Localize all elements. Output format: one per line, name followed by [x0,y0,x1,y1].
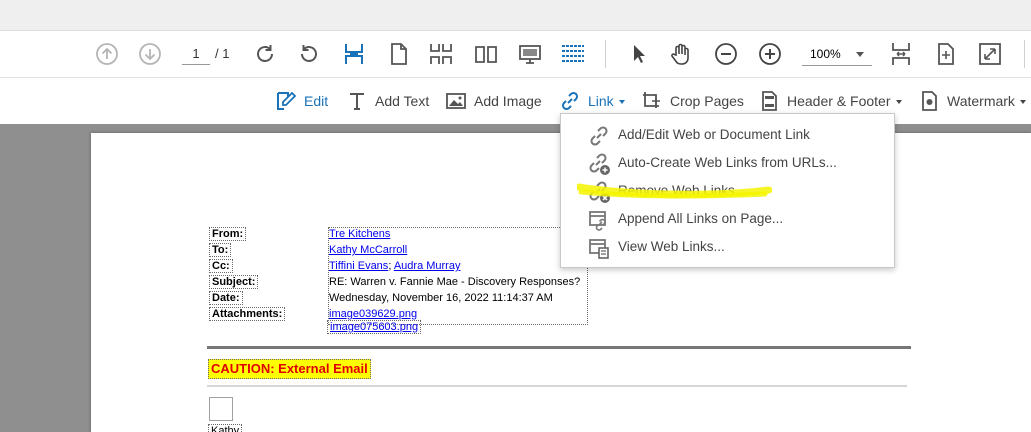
cc-link-1[interactable]: Tiffini Evans [329,260,388,272]
add-text-button[interactable]: Add Text [346,89,429,113]
zoom-value: 100% [810,47,841,61]
to-label: To: [209,243,232,257]
chevron-down-icon [895,100,902,104]
menu-item-append-links[interactable]: Append All Links on Page... [561,205,894,233]
date-label: Date: [209,291,243,305]
menu-item-auto-create-links[interactable]: Auto-Create Web Links from URLs... [561,149,894,177]
toolbar-separator [605,40,606,68]
cc-label: Cc: [209,259,233,273]
header-footer-icon [762,91,777,111]
link-icon [561,91,579,111]
image-icon [446,93,466,109]
header-footer-button[interactable]: Header & Footer [758,89,902,113]
zoom-select[interactable]: 100% [802,43,872,66]
attachment-link-2[interactable]: image075603.png [327,320,422,334]
fit-width-icon[interactable] [341,41,367,67]
header-footer-label: Header & Footer [787,93,891,109]
edit-button[interactable]: Edit [275,89,328,113]
prev-page-icon[interactable] [94,41,120,67]
signature-name: Kathy [208,424,243,432]
two-page-icon[interactable] [473,41,499,67]
single-page-icon[interactable] [385,41,411,67]
zoom-out-icon[interactable] [713,41,739,67]
main-toolbar: / 1 100% [0,31,1031,78]
crop-pages-button[interactable]: Crop Pages [641,89,744,113]
link-edit-icon [590,126,608,146]
watermark-label: Watermark [947,93,1015,109]
cc-link-2[interactable]: Audra Murray [394,260,461,272]
title-strip [0,0,1031,31]
highlighter-annotation [577,183,772,199]
chevron-down-icon [856,52,864,57]
rotate-ccw-icon[interactable] [296,41,322,67]
subject-value: RE: Warren v. Fannie Mae - Discovery Res… [329,276,581,288]
chevron-down-icon [618,100,625,104]
attachment-link-1[interactable]: image039629.png [329,308,417,320]
chevron-down-icon [1019,100,1026,104]
text-icon [350,93,364,110]
full-screen-icon[interactable] [977,41,1003,67]
add-image-label: Add Image [474,93,542,109]
page-number-input[interactable] [182,43,210,65]
page-total: / 1 [215,46,230,61]
select-cursor-icon[interactable] [625,41,651,67]
caution-banner: CAUTION: External Email [208,359,371,379]
watermark-icon [922,91,937,111]
menu-item-label: Auto-Create Web Links from URLs... [618,155,837,170]
crop-icon [643,92,660,108]
divider-thin [207,385,907,387]
attachments-label: Attachments: [209,307,286,321]
scroll-pages-icon[interactable] [428,41,454,67]
link-add-icon [589,153,610,175]
link-label: Link [588,93,614,109]
from-label: From: [209,227,247,241]
menu-item-label: View Web Links... [618,239,725,254]
edit-label: Edit [304,93,329,109]
add-image-button[interactable]: Add Image [445,89,542,113]
menu-item-add-edit-link[interactable]: Add/Edit Web or Document Link [561,121,894,149]
toolbar-separator [1024,40,1025,68]
zoom-in-icon[interactable] [757,41,783,67]
to-link[interactable]: Kathy McCarroll [329,244,407,256]
rotate-cw-icon[interactable] [252,41,278,67]
watermark-button[interactable]: Watermark [918,89,1026,113]
cc-separator: ; [388,260,392,272]
subject-label: Subject: [209,275,259,289]
divider-thick [207,346,911,349]
presentation-icon[interactable] [517,41,543,67]
image-placeholder [209,397,233,421]
read-mode-icon[interactable] [560,41,586,67]
fit-page-icon[interactable] [932,41,958,67]
crop-pages-label: Crop Pages [670,93,744,109]
menu-item-view-links[interactable]: View Web Links... [561,233,894,261]
view-links-icon [589,239,609,259]
link-menu-button[interactable]: Link [559,89,625,113]
date-value: Wednesday, November 16, 2022 11:14:37 AM [329,292,553,304]
menu-item-label: Add/Edit Web or Document Link [618,127,810,142]
add-text-label: Add Text [375,93,430,109]
menu-item-label: Append All Links on Page... [618,211,784,226]
split-view-icon[interactable] [888,41,914,67]
from-link[interactable]: Tre Kitchens [329,228,390,240]
edit-pdf-icon [277,91,297,110]
next-page-icon[interactable] [137,41,163,67]
hand-tool-icon[interactable] [668,41,694,67]
append-links-icon [589,211,606,231]
